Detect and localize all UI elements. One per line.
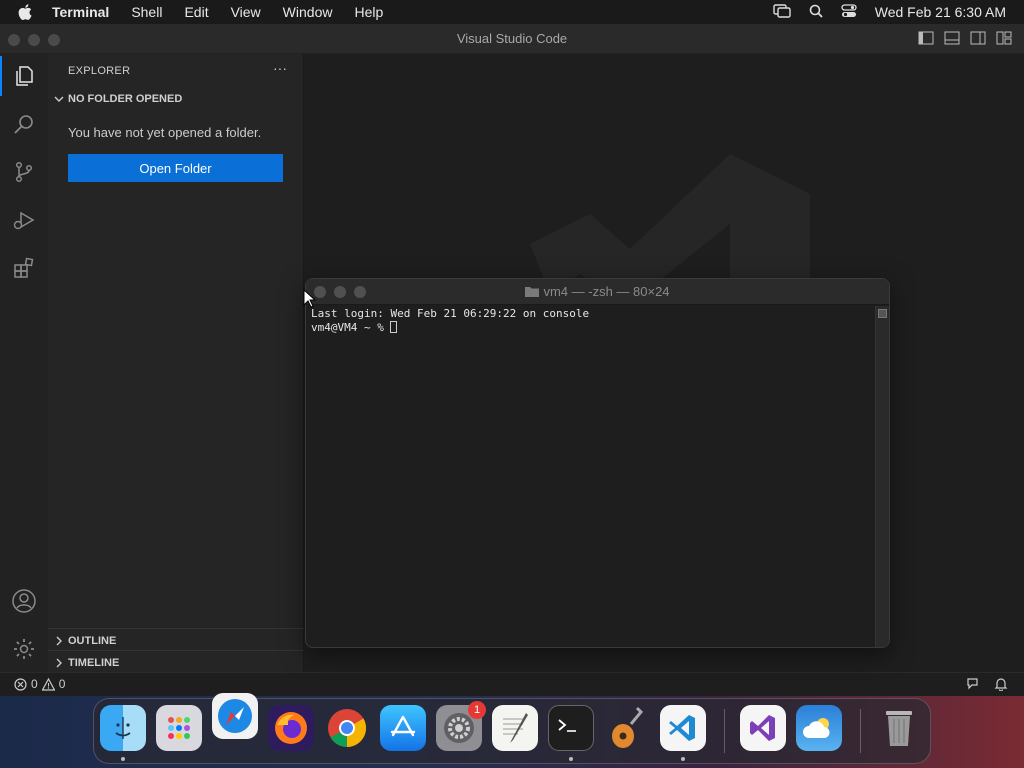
weather-icon[interactable]	[796, 705, 842, 751]
menu-help[interactable]: Help	[354, 4, 383, 20]
trash-icon[interactable]	[876, 705, 922, 751]
status-bar: 0 0	[0, 672, 1024, 696]
warning-count: 0	[58, 677, 66, 691]
chrome-icon[interactable]	[324, 705, 370, 751]
dock-separator	[724, 709, 725, 753]
dock: 1	[93, 693, 931, 764]
menu-app-name[interactable]: Terminal	[52, 4, 109, 20]
toggle-primary-sidebar-icon[interactable]	[918, 31, 934, 50]
section-no-folder[interactable]: NO FOLDER OPENED	[54, 93, 182, 105]
chevron-right-icon	[56, 658, 62, 668]
terminal-app-icon[interactable]	[548, 705, 594, 751]
vscode-app-icon[interactable]	[660, 705, 706, 751]
explorer-icon[interactable]	[0, 56, 48, 96]
launchpad-icon[interactable]	[156, 705, 202, 751]
terminal-title-text: vm4 — -zsh — 80×24	[543, 284, 670, 299]
error-icon	[14, 677, 27, 691]
divider	[48, 628, 304, 629]
terminal-output[interactable]: Last login: Wed Feb 21 06:29:22 on conso…	[311, 307, 589, 335]
toggle-secondary-sidebar-icon[interactable]	[970, 31, 986, 50]
safari-icon[interactable]	[212, 693, 258, 739]
source-control-icon[interactable]	[0, 152, 48, 192]
search-icon[interactable]	[0, 104, 48, 144]
firefox-icon[interactable]	[268, 705, 314, 751]
running-indicator	[681, 757, 685, 761]
terminal-cursor	[390, 321, 398, 333]
running-indicator	[569, 757, 573, 761]
terminal-title-bar[interactable]: vm4 — -zsh — 80×24	[306, 279, 889, 305]
section-outline-label: OUTLINE	[68, 635, 117, 647]
dock-separator	[860, 709, 861, 753]
terminal-scrollbar[interactable]	[875, 306, 889, 647]
more-actions-icon[interactable]: ···	[273, 60, 287, 76]
section-timeline[interactable]: TIMELINE	[54, 657, 119, 669]
system-settings-icon[interactable]: 1	[436, 701, 486, 751]
textedit-icon[interactable]	[492, 705, 538, 751]
settings-badge: 1	[468, 701, 486, 719]
feedback-icon[interactable]	[966, 677, 980, 694]
apple-menu-icon[interactable]	[18, 4, 36, 20]
activity-bar	[0, 54, 48, 672]
chevron-down-icon	[54, 96, 64, 102]
menu-window[interactable]: Window	[283, 4, 333, 20]
menubar-clock[interactable]: Wed Feb 21 6:30 AM	[875, 4, 1006, 20]
manage-gear-icon[interactable]	[0, 629, 48, 669]
control-center-icon[interactable]	[841, 3, 857, 21]
window-title: Visual Studio Code	[456, 31, 568, 46]
terminal-prompt: vm4@VM4 ~ %	[311, 321, 391, 334]
divider	[48, 650, 304, 651]
visual-studio-icon[interactable]	[740, 705, 786, 751]
sidebar-title: EXPLORER	[68, 65, 131, 77]
finder-icon[interactable]	[100, 705, 146, 751]
notifications-bell-icon[interactable]	[994, 677, 1008, 694]
scrollbar-marker	[878, 309, 887, 318]
terminal-window[interactable]: vm4 — -zsh — 80×24 Last login: Wed Feb 2…	[305, 278, 890, 648]
customize-layout-icon[interactable]	[996, 31, 1012, 50]
menu-bar: Terminal Shell Edit View Window Help Wed…	[0, 0, 1024, 24]
section-outline[interactable]: OUTLINE	[54, 635, 116, 647]
error-count: 0	[31, 677, 38, 691]
open-folder-button[interactable]: Open Folder	[68, 154, 283, 182]
warning-icon	[41, 677, 55, 691]
garageband-icon[interactable]	[604, 705, 650, 751]
spotlight-search-icon[interactable]	[809, 4, 823, 21]
menu-view[interactable]: View	[231, 4, 261, 20]
folder-icon	[525, 287, 540, 297]
no-folder-message: You have not yet opened a folder.	[68, 125, 262, 140]
app-store-icon[interactable]	[380, 705, 426, 751]
extensions-icon[interactable]	[0, 248, 48, 288]
toggle-panel-icon[interactable]	[944, 31, 960, 50]
screen-mirroring-icon[interactable]	[773, 3, 791, 21]
section-no-folder-label: NO FOLDER OPENED	[68, 93, 183, 105]
terminal-title: vm4 — -zsh — 80×24	[306, 279, 889, 305]
accounts-icon[interactable]	[0, 581, 48, 621]
run-and-debug-icon[interactable]	[0, 200, 48, 240]
running-indicator	[121, 757, 125, 761]
menu-shell[interactable]: Shell	[131, 4, 162, 20]
vscode-title-bar: Visual Studio Code	[0, 24, 1024, 54]
section-timeline-label: TIMELINE	[68, 657, 120, 669]
problems-indicator[interactable]: 0 0	[14, 677, 65, 691]
explorer-sidebar: EXPLORER ··· NO FOLDER OPENED You have n…	[48, 54, 304, 672]
terminal-last-login: Last login: Wed Feb 21 06:29:22 on conso…	[311, 307, 590, 320]
mouse-pointer-icon	[303, 289, 317, 308]
menu-edit[interactable]: Edit	[184, 4, 208, 20]
chevron-right-icon	[56, 636, 62, 646]
